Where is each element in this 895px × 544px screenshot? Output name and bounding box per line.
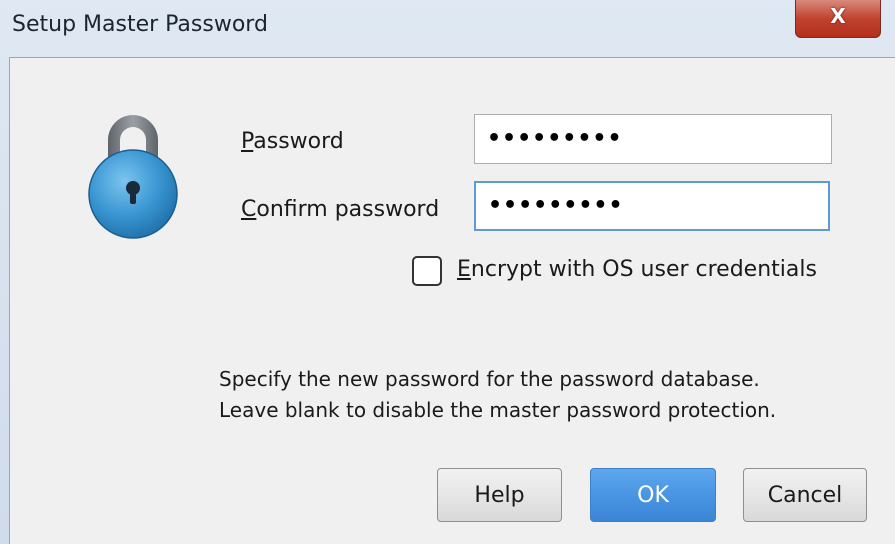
encrypt-checkbox-label[interactable]: Encrypt with OS user credentials: [457, 257, 817, 282]
password-field[interactable]: •••••••••: [474, 114, 832, 164]
ok-button[interactable]: OK: [590, 468, 716, 522]
confirm-password-field[interactable]: •••••••••: [474, 181, 830, 231]
help-button[interactable]: Help: [437, 468, 562, 522]
window-title: Setup Master Password: [12, 12, 268, 37]
title-bar[interactable]: Setup Master Password X: [0, 0, 895, 52]
confirm-password-label: Confirm password: [241, 197, 440, 222]
close-button[interactable]: X: [795, 0, 881, 38]
cancel-button[interactable]: Cancel: [743, 468, 867, 522]
description-line-1: Specify the new password for the passwor…: [219, 367, 760, 391]
dialog-content: Password ••••••••• Confirm password ••••…: [9, 57, 895, 544]
close-icon[interactable]: X: [830, 4, 845, 28]
dialog-window: Setup Master Password X Password •••••••…: [0, 0, 895, 544]
encrypt-checkbox[interactable]: [412, 256, 442, 286]
padlock-icon: [88, 115, 178, 239]
description-line-2: Leave blank to disable the master passwo…: [219, 398, 777, 422]
password-label: Password: [241, 129, 344, 154]
